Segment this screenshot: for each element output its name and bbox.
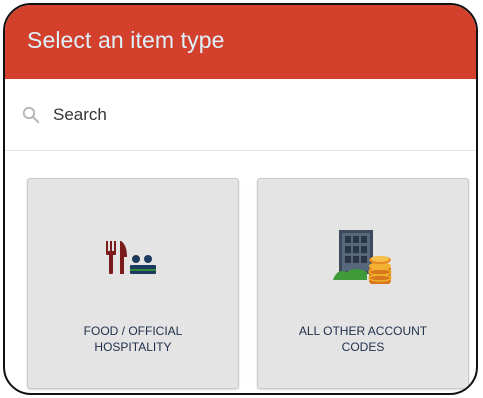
tile-label: ALL OTHER ACCOUNT CODES [273,323,453,355]
food-hospitality-icon [103,229,163,285]
tile-label-line-1: ALL OTHER ACCOUNT [298,324,428,338]
tile-label: FOOD / OFFICIAL HOSPITALITY [43,323,223,355]
tile-label-line-1: FOOD / OFFICIAL [83,324,183,338]
dialog-title: Select an item type [27,26,225,53]
tile-label-line-2: CODES [341,340,385,354]
dialog-header: Select an item type [5,5,476,79]
search-bar [5,79,476,151]
tile-food-official-hospitality[interactable]: FOOD / OFFICIAL HOSPITALITY [27,178,239,389]
dialog-frame: Select an item type Search FOOD / OFFICI… [3,3,478,395]
tile-all-other-account-codes[interactable]: ALL OTHER ACCOUNT CODES [257,178,469,389]
item-type-grid: FOOD / OFFICIAL HOSPITALITY ALL OTHER AC… [5,151,476,389]
search-icon [21,105,41,125]
building-coins-icon [331,229,395,285]
tile-label-line-2: HOSPITALITY [94,340,172,354]
search-input[interactable] [53,104,433,125]
